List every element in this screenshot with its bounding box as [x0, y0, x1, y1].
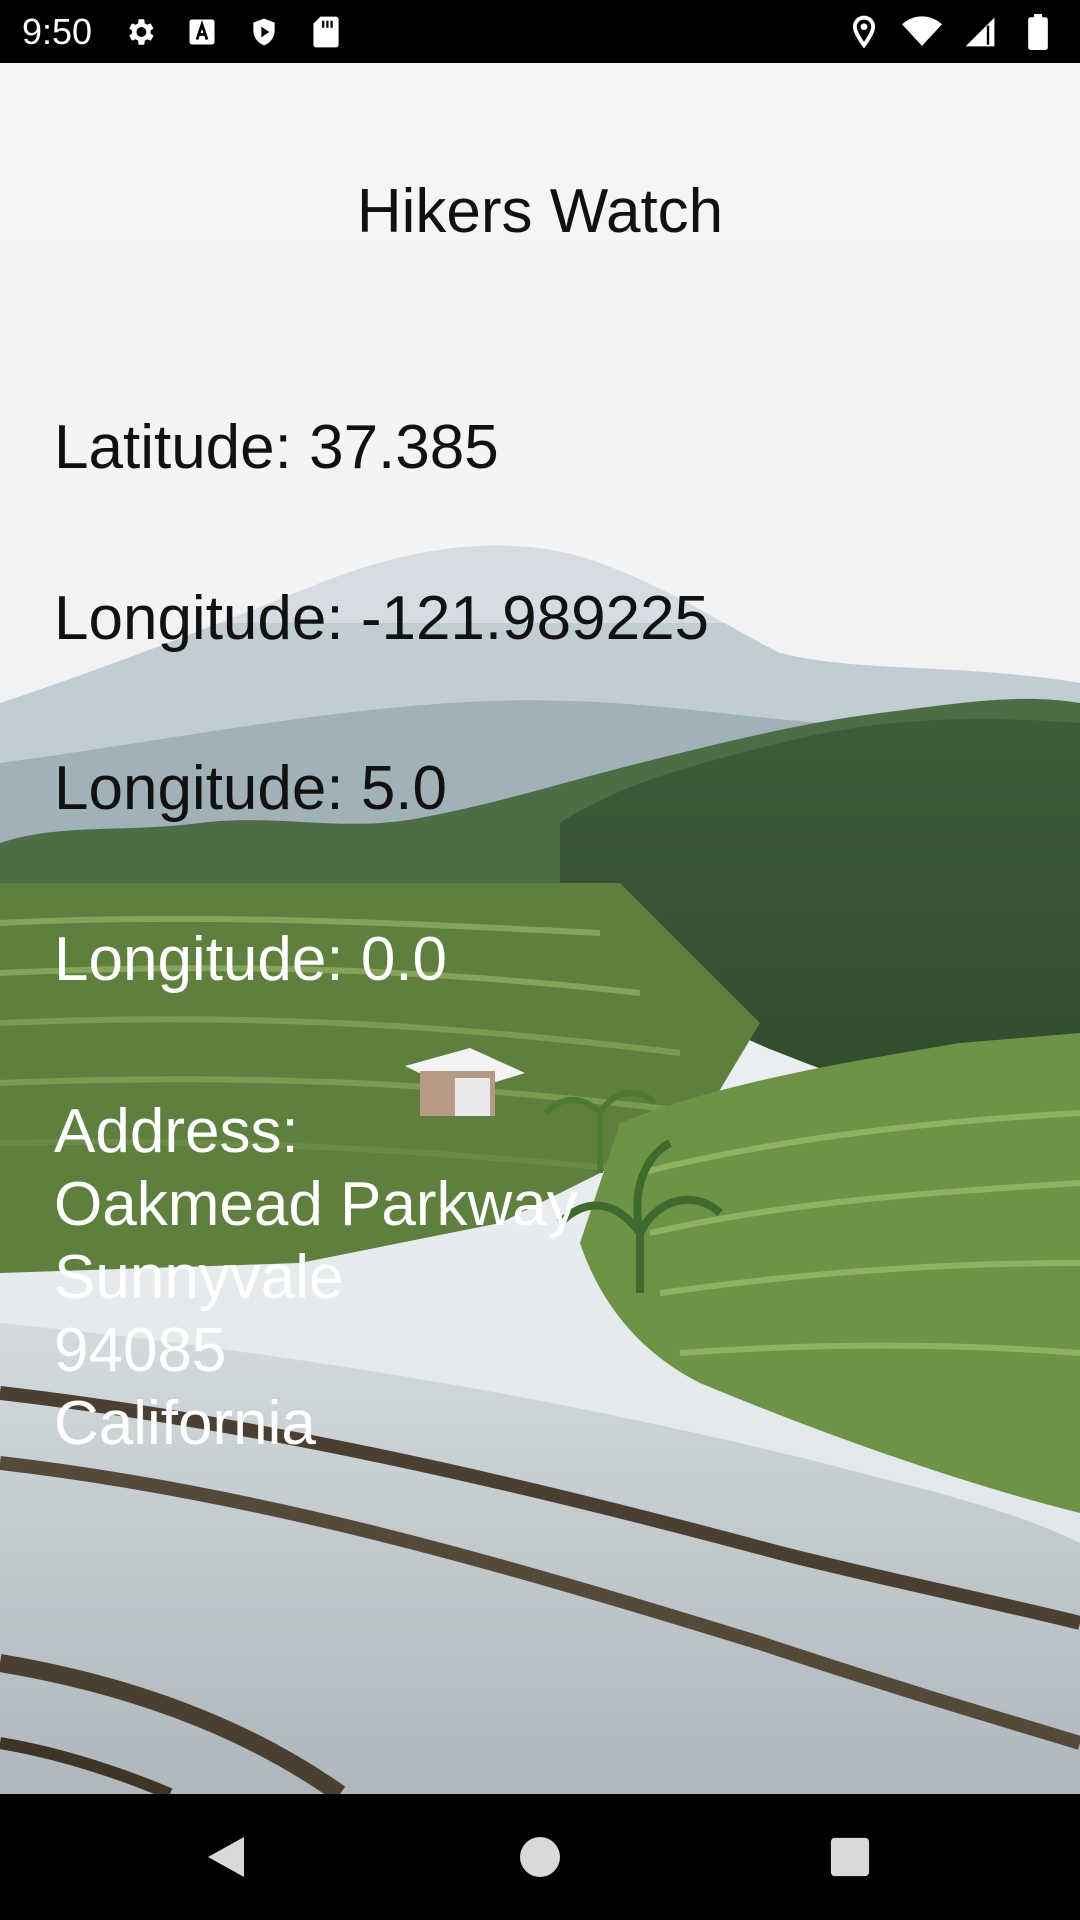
battery-icon — [1018, 12, 1058, 52]
back-icon[interactable] — [198, 1829, 254, 1885]
address-block: Address: Oakmead Parkway Sunnyvale 94085… — [54, 1095, 578, 1460]
status-time: 9:50 — [22, 10, 93, 52]
accuracy-text: Longitude: 5.0 — [54, 754, 448, 823]
longitude-text: Longitude: -121.989225 — [54, 584, 710, 653]
gear-icon — [120, 12, 160, 52]
recents-icon[interactable] — [822, 1829, 878, 1885]
home-icon[interactable] — [512, 1829, 568, 1885]
address-state: California — [54, 1389, 316, 1458]
text-a-icon — [182, 12, 222, 52]
sd-card-icon — [306, 12, 346, 52]
latitude-text: Latitude: 37.385 — [54, 413, 499, 482]
status-right-group — [826, 12, 1058, 52]
app-title: Hikers Watch — [356, 177, 724, 246]
app-screen: 9:50 Hikers Watch Latitude: 37.385 Longi… — [0, 0, 1080, 1920]
shield-play-icon — [244, 12, 284, 52]
signal-icon — [960, 12, 1000, 52]
status-bar: 9:50 — [0, 0, 1080, 63]
address-heading: Address: — [54, 1097, 299, 1166]
location-pin-icon — [844, 12, 884, 52]
address-postal-code: 94085 — [54, 1316, 227, 1385]
navigation-bar — [0, 1794, 1080, 1920]
address-street: Oakmead Parkway — [54, 1170, 578, 1239]
wifi-icon — [902, 12, 942, 52]
address-city: Sunnyvale — [54, 1243, 344, 1312]
altitude-text: Longitude: 0.0 — [54, 925, 448, 994]
